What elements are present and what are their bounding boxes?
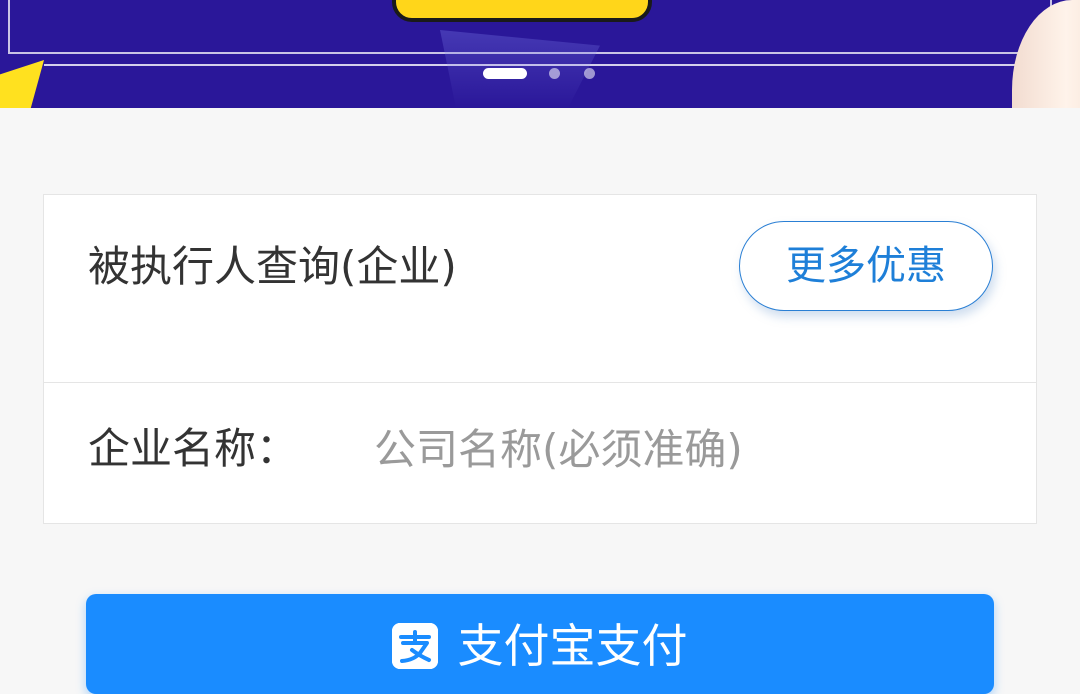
query-title-row: 被执行人查询(企业) 更多优惠 [44, 195, 1036, 383]
more-offers-button[interactable]: 更多优惠 [739, 221, 993, 311]
pay-button-label: 支付宝支付 [457, 619, 688, 673]
pay-button-content: 支付宝支付 [86, 618, 994, 674]
carousel-dot[interactable] [549, 68, 560, 79]
carousel-dot-active[interactable] [483, 68, 527, 79]
alipay-pay-button[interactable]: 支付宝支付 [86, 594, 994, 694]
promo-banner[interactable] [0, 0, 1080, 108]
query-card: 被执行人查询(企业) 更多优惠 企业名称： [43, 194, 1037, 524]
company-name-input[interactable] [374, 417, 994, 481]
company-name-row: 企业名称： [44, 383, 1036, 523]
carousel-indicator [0, 68, 1080, 80]
banner-badge [392, 0, 652, 22]
query-title: 被执行人查询(企业) [88, 242, 457, 291]
carousel-dot[interactable] [584, 68, 595, 79]
company-name-label: 企业名称： [88, 424, 299, 473]
alipay-icon [392, 623, 439, 669]
